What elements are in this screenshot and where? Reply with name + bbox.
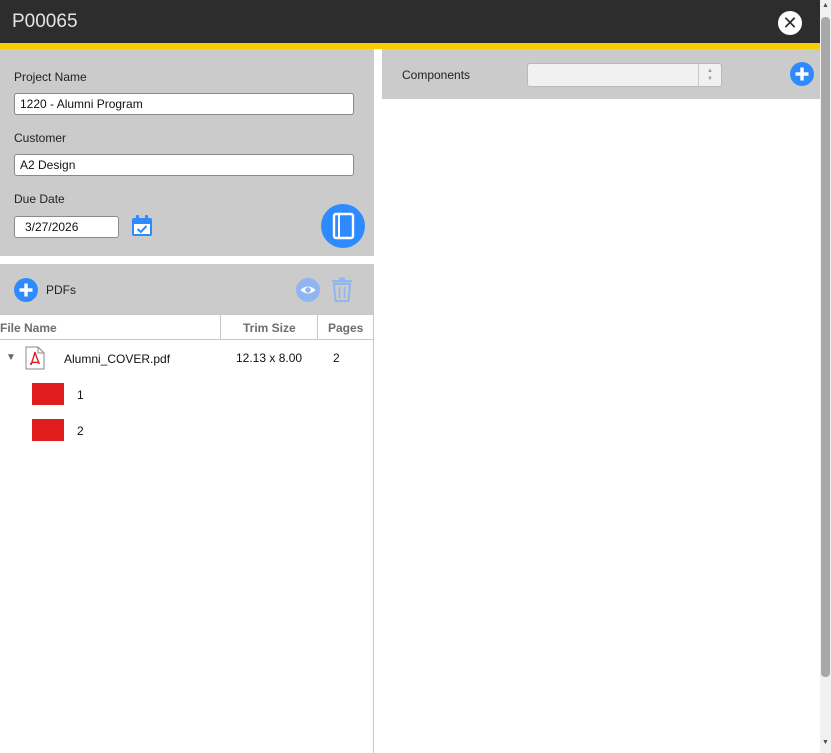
pdf-file-icon xyxy=(25,346,45,370)
scroll-up-icon[interactable]: ▲ xyxy=(821,2,830,14)
add-component-icon[interactable] xyxy=(790,62,814,86)
due-date-label: Due Date xyxy=(14,192,65,206)
pages-cell: 2 xyxy=(333,351,340,365)
preview-eye-icon[interactable] xyxy=(296,278,320,302)
notebook-button[interactable] xyxy=(321,204,365,248)
due-date-field[interactable] xyxy=(14,216,119,238)
customer-field[interactable] xyxy=(14,154,354,176)
column-divider xyxy=(220,315,221,340)
title-bar: P00065 ✕ xyxy=(0,0,820,43)
pdfs-toolbar: PDFs xyxy=(0,264,374,314)
project-name-field[interactable] xyxy=(14,93,354,115)
pdf-table: File Name Trim Size Pages ▼ Alumni_COVER… xyxy=(0,314,374,753)
window-title: P00065 xyxy=(12,11,78,32)
trim-size-cell: 12.13 x 8.00 xyxy=(236,351,303,365)
project-name-label: Project Name xyxy=(14,70,87,84)
page-thumbnail[interactable] xyxy=(32,383,64,405)
components-toolbar: Components ▲ ▼ xyxy=(382,49,820,99)
scrollbar-thumb[interactable] xyxy=(821,17,830,677)
pdfs-label: PDFs xyxy=(46,283,76,297)
column-header-pages[interactable]: Pages xyxy=(328,321,363,335)
project-form: Project Name Customer Due Date xyxy=(0,49,374,256)
column-header-file-name[interactable]: File Name xyxy=(0,321,57,335)
customer-label: Customer xyxy=(14,131,67,145)
expand-toggle-icon[interactable]: ▼ xyxy=(6,352,16,363)
trash-icon[interactable] xyxy=(331,277,353,302)
page-number-label: 1 xyxy=(77,388,84,402)
calendar-icon[interactable] xyxy=(131,215,153,237)
add-pdf-icon[interactable] xyxy=(14,278,38,302)
table-header: File Name Trim Size Pages xyxy=(0,314,373,340)
page-thumbnail[interactable] xyxy=(32,419,64,441)
close-icon: ✕ xyxy=(782,13,798,33)
page-number-label: 2 xyxy=(77,424,84,438)
close-button[interactable]: ✕ xyxy=(778,11,802,35)
components-select[interactable]: ▲ ▼ xyxy=(527,63,722,87)
column-divider xyxy=(317,315,318,340)
notebook-icon xyxy=(332,212,355,240)
column-header-trim-size[interactable]: Trim Size xyxy=(243,321,296,335)
components-label: Components xyxy=(402,68,471,82)
scroll-down-icon[interactable]: ▼ xyxy=(821,739,830,751)
select-arrows-icon: ▲ ▼ xyxy=(698,64,721,86)
file-name-cell[interactable]: Alumni_COVER.pdf xyxy=(64,352,170,366)
